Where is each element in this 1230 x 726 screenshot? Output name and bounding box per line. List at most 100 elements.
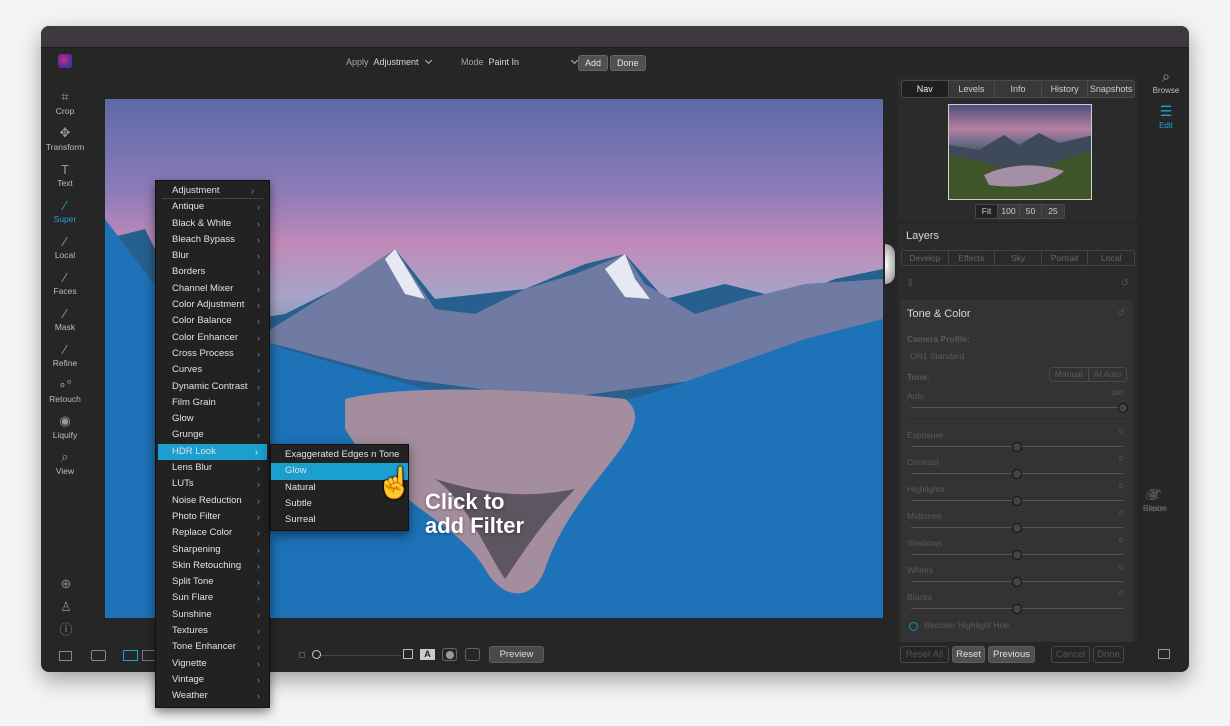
filter-menu-item-photo-filter[interactable]: Photo Filter › bbox=[156, 509, 269, 525]
filter-menu-item-lens-blur[interactable]: Lens Blur › bbox=[156, 460, 269, 476]
module-edit[interactable]: ☰ Edit bbox=[1143, 101, 1189, 130]
filter-menu-item-replace-color[interactable]: Replace Color › bbox=[156, 525, 269, 541]
zoom-100-button[interactable]: 100 bbox=[998, 205, 1020, 218]
filter-menu-item-antique[interactable]: Antique › bbox=[156, 199, 269, 215]
zoom-slider-knob[interactable] bbox=[312, 650, 321, 659]
filter-menu-item-skin-retouching[interactable]: Skin Retouching › bbox=[156, 558, 269, 574]
highlights-slider[interactable] bbox=[911, 496, 1123, 506]
tool-transform[interactable]: ✥ Transform bbox=[41, 124, 89, 160]
filter-menu-item-sunshine[interactable]: Sunshine › bbox=[156, 607, 269, 623]
slider-knob[interactable] bbox=[1012, 469, 1022, 479]
mode-dropdown[interactable]: Mode Paint In bbox=[461, 56, 579, 67]
filter-menu-item-black-white[interactable]: Black & White › bbox=[156, 216, 269, 232]
layer-tab-sky[interactable]: Sky bbox=[995, 251, 1042, 265]
filter-menu-item-blur[interactable]: Blur › bbox=[156, 248, 269, 264]
layer-tab-portrait[interactable]: Portrait bbox=[1042, 251, 1089, 265]
filter-menu-item-textures[interactable]: Textures › bbox=[156, 623, 269, 639]
tool-refine[interactable]: ⁄ Refine bbox=[41, 340, 89, 376]
camera-profile-value[interactable]: ON1 Standard bbox=[910, 351, 964, 361]
overlay-a-icon[interactable]: A bbox=[420, 649, 435, 660]
tab-nav[interactable]: Nav bbox=[902, 81, 949, 97]
tool-text[interactable]: T Text bbox=[41, 160, 89, 196]
module-browse[interactable]: ⌕ Browse bbox=[1143, 66, 1189, 95]
filter-menu-item-vintage[interactable]: Vintage › bbox=[156, 672, 269, 688]
blacks-slider[interactable] bbox=[911, 604, 1123, 614]
before-after-button[interactable] bbox=[465, 648, 480, 661]
tool-view[interactable]: ⌕ View bbox=[41, 448, 89, 484]
reset-button[interactable]: Reset bbox=[952, 646, 985, 663]
filter-menu-item-color-adjustment[interactable]: Color Adjustment › bbox=[156, 297, 269, 313]
help-icon[interactable]: ⓘ bbox=[57, 618, 75, 641]
panel-toggle-icon[interactable] bbox=[59, 651, 72, 661]
previous-button[interactable]: Previous bbox=[988, 646, 1035, 663]
filter-menu-item-borders[interactable]: Borders › bbox=[156, 264, 269, 280]
filter-menu-item-vignette[interactable]: Vignette › bbox=[156, 656, 269, 672]
right-panel-toggle-icon[interactable] bbox=[1158, 649, 1170, 659]
compare-view-icon[interactable] bbox=[91, 650, 106, 661]
contrast-slider[interactable] bbox=[911, 469, 1123, 479]
filter-menu-item-luts[interactable]: LUTs › bbox=[156, 476, 269, 492]
tab-snapshots[interactable]: Snapshots bbox=[1088, 81, 1134, 97]
filter-menu-item-sun-flare[interactable]: Sun Flare › bbox=[156, 590, 269, 606]
reset-layer-icon[interactable]: ↺ bbox=[1121, 278, 1129, 289]
slider-knob[interactable] bbox=[1012, 550, 1022, 560]
filter-menu-item-glow[interactable]: Glow › bbox=[156, 411, 269, 427]
zoom-fit-button[interactable]: Fit bbox=[976, 205, 998, 218]
user-icon[interactable]: ♙ bbox=[57, 595, 75, 618]
submenu-item-surreal[interactable]: Surreal bbox=[271, 512, 408, 528]
tool-faces[interactable]: ⁄ Faces bbox=[41, 268, 89, 304]
tab-levels[interactable]: Levels bbox=[949, 81, 996, 97]
zoom-25-button[interactable]: 25 bbox=[1042, 205, 1064, 218]
tool-liquify[interactable]: ◉ Liquify bbox=[41, 412, 89, 448]
submenu-item-exaggerated-edges-n-tone[interactable]: Exaggerated Edges n Tone bbox=[271, 447, 408, 463]
filter-menu-item-curves[interactable]: Curves › bbox=[156, 362, 269, 378]
import-layer-icon[interactable]: ⇩ bbox=[906, 278, 914, 289]
title-bar[interactable] bbox=[41, 26, 1189, 48]
grid-view-icon[interactable] bbox=[142, 650, 156, 661]
cancel-button[interactable]: Cancel bbox=[1051, 646, 1090, 663]
filter-menu-item-weather[interactable]: Weather › bbox=[156, 688, 269, 704]
zoom-50-button[interactable]: 50 bbox=[1020, 205, 1042, 218]
apply-dropdown[interactable]: Apply Adjustment bbox=[346, 56, 432, 67]
filter-menu-item-channel-mixer[interactable]: Channel Mixer › bbox=[156, 281, 269, 297]
filter-menu-item-film-grain[interactable]: Film Grain › bbox=[156, 395, 269, 411]
done-button-panel[interactable]: Done bbox=[1093, 646, 1124, 663]
panel-collapse-handle[interactable] bbox=[885, 244, 895, 284]
layer-tab-effects[interactable]: Effects bbox=[949, 251, 996, 265]
layer-tab-local[interactable]: Local bbox=[1088, 251, 1134, 265]
single-view-icon[interactable] bbox=[123, 650, 138, 661]
manual-button[interactable]: Manual bbox=[1050, 368, 1089, 381]
reset-section-icon[interactable]: ↺ bbox=[1117, 308, 1125, 319]
filter-menu-item-adjustment[interactable]: Adjustment › bbox=[162, 183, 263, 200]
filter-menu-item-hdr-look[interactable]: HDR Look › bbox=[158, 443, 267, 461]
tool-retouch[interactable]: ∘° Retouch bbox=[41, 376, 89, 412]
filter-menu-item-color-enhancer[interactable]: Color Enhancer › bbox=[156, 330, 269, 346]
tab-history[interactable]: History bbox=[1042, 81, 1089, 97]
module-export[interactable]: ⇪ Export bbox=[1143, 484, 1166, 513]
filter-menu-item-bleach-bypass[interactable]: Bleach Bypass › bbox=[156, 232, 269, 248]
recover-highlight-radio[interactable] bbox=[909, 622, 918, 631]
zoom-slider-track[interactable] bbox=[319, 655, 401, 656]
tab-info[interactable]: Info bbox=[995, 81, 1042, 97]
add-button[interactable]: Add bbox=[578, 55, 609, 71]
whites-slider[interactable] bbox=[911, 577, 1123, 587]
done-button[interactable]: Done bbox=[610, 55, 646, 71]
orbit-icon[interactable]: ⊕ bbox=[57, 572, 75, 595]
layer-tab-develop[interactable]: Develop bbox=[902, 251, 949, 265]
slider-knob[interactable] bbox=[1012, 577, 1022, 587]
filter-menu-item-cross-process[interactable]: Cross Process › bbox=[156, 346, 269, 362]
filter-menu-item-sharpening[interactable]: Sharpening › bbox=[156, 542, 269, 558]
tool-local[interactable]: ⁄ Local bbox=[41, 232, 89, 268]
filter-menu-item-noise-reduction[interactable]: Noise Reduction › bbox=[156, 493, 269, 509]
shadows-slider[interactable] bbox=[911, 550, 1123, 560]
tool-crop[interactable]: ⌗ Crop bbox=[41, 88, 89, 124]
filter-menu-item-grunge[interactable]: Grunge › bbox=[156, 427, 269, 443]
filter-menu-item-color-balance[interactable]: Color Balance › bbox=[156, 313, 269, 329]
auto-slider[interactable] bbox=[911, 403, 1128, 413]
ai-auto-button[interactable]: AI Auto bbox=[1089, 368, 1127, 381]
slider-knob[interactable] bbox=[1012, 523, 1022, 533]
tool-super[interactable]: ⁄ Super bbox=[41, 196, 89, 232]
slider-knob[interactable] bbox=[1012, 442, 1022, 452]
slider-knob[interactable] bbox=[1118, 403, 1128, 413]
slider-knob[interactable] bbox=[1012, 604, 1022, 614]
